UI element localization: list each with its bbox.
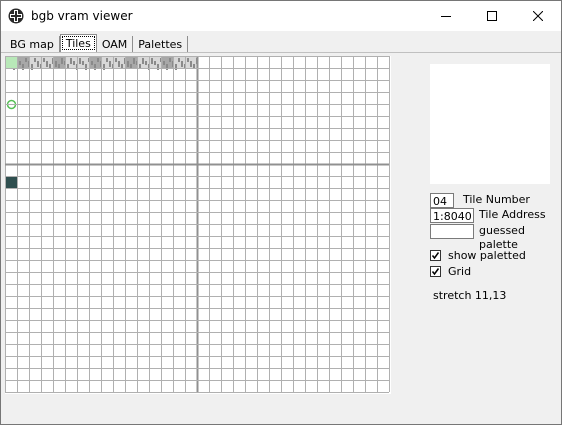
tab-oam[interactable]: OAM: [97, 36, 134, 52]
tile-pixel: [109, 61, 111, 67]
tile-pixel: [166, 64, 168, 70]
tile-pixel: [97, 58, 99, 62]
tile-pixel: [193, 64, 195, 68]
tile-pixel: [94, 64, 96, 70]
tile-pixel: [103, 64, 105, 70]
maximize-icon: [487, 11, 497, 21]
selected-tile: [6, 177, 17, 188]
tab-divider: [1, 52, 561, 53]
tile-pixel: [79, 58, 81, 64]
tile-grid[interactable]: [5, 56, 391, 394]
tile-pixel: [46, 61, 48, 67]
tile-pixel: [37, 61, 39, 67]
tile-pixel: [133, 58, 135, 64]
tile-address-label: Tile Address: [479, 208, 546, 221]
tile-pixel: [61, 58, 63, 64]
tile-pixel: [190, 61, 192, 67]
tab-bg-map[interactable]: BG map: [5, 36, 60, 52]
tab-strip: BG map Tiles OAM Palettes: [5, 34, 189, 52]
tile-pixel: [58, 64, 60, 68]
vram-viewer-window: bgb vram viewer BG map Tiles OAM Palette…: [0, 0, 562, 425]
tile-pixel: [187, 58, 189, 62]
show-paletted-label[interactable]: show paletted: [448, 249, 526, 263]
tile-pixel: [157, 64, 159, 70]
tile-grid-canvas[interactable]: [5, 56, 391, 394]
tile-pixel: [178, 58, 180, 62]
tile-pixel: [19, 61, 21, 65]
tile-pixel: [55, 61, 57, 67]
tab-tiles[interactable]: Tiles: [59, 34, 97, 52]
tile-pixel: [85, 64, 87, 70]
tile-pixel: [82, 61, 84, 65]
minimize-button[interactable]: [423, 1, 469, 31]
tile-pixel: [145, 61, 147, 65]
tile-pixel: [106, 58, 108, 62]
title-bar[interactable]: bgb vram viewer: [1, 1, 561, 31]
tile-pixel: [91, 61, 93, 65]
tile-pixel: [25, 58, 27, 62]
tile-pixel: [127, 61, 129, 67]
stretch-text: stretch 11,13: [433, 289, 507, 302]
tile-preview: [430, 64, 550, 184]
tile-pixel: [34, 58, 36, 62]
tile-pixel: [175, 64, 177, 70]
tile-pixel: [139, 64, 141, 68]
tile-address-field[interactable]: 1:8040: [430, 208, 474, 223]
tile-pixel: [154, 61, 156, 65]
tile-pixel: [73, 61, 75, 65]
tile-number-field[interactable]: 04: [430, 193, 454, 208]
window-title: bgb vram viewer: [31, 9, 133, 23]
tile-pixel: [130, 64, 132, 68]
tile-pixel: [163, 61, 165, 65]
tile-pixel: [22, 64, 24, 70]
tile-gfx: [6, 57, 17, 68]
status-area: [1, 397, 561, 424]
guessed-palette-field[interactable]: [430, 224, 474, 239]
guessed-palette-label: guessed palette: [479, 224, 525, 251]
grid-checkbox[interactable]: [430, 266, 441, 277]
check-icon: [431, 252, 440, 260]
bgb-app-icon[interactable]: [8, 8, 24, 24]
tile-pixel: [181, 61, 183, 67]
close-button[interactable]: [515, 1, 561, 31]
check-icon: [431, 268, 440, 276]
tile-pixel: [70, 58, 72, 64]
tab-palettes[interactable]: Palettes: [133, 36, 189, 52]
close-icon: [533, 11, 543, 21]
tile-pixel: [151, 58, 153, 64]
tile-pixel: [169, 58, 171, 62]
tile-pixel: [31, 64, 33, 70]
show-paletted-checkbox[interactable]: [430, 250, 441, 261]
tile-pixel: [49, 64, 51, 68]
tile-pixel: [121, 64, 123, 68]
maximize-button[interactable]: [469, 1, 515, 31]
tile-pixel: [43, 58, 45, 62]
tile-pixel: [67, 64, 69, 68]
minimize-icon: [441, 11, 451, 21]
tile-pixel: [115, 58, 117, 62]
tile-pixel: [142, 58, 144, 64]
grid-label[interactable]: Grid: [448, 265, 471, 279]
tile-number-label: Tile Number: [463, 193, 530, 206]
tile-pixel: [118, 61, 120, 67]
